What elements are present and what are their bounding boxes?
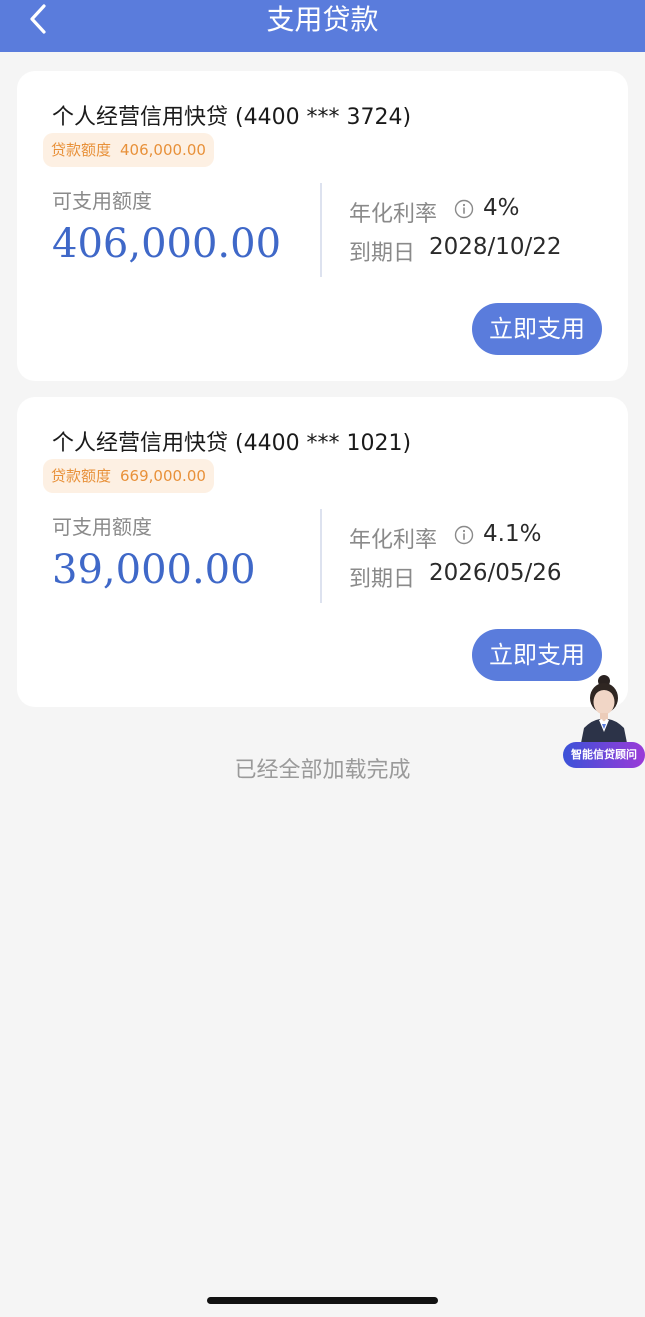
loan-limit-value: 669,000.00 (120, 467, 206, 485)
smart-advisor-button[interactable]: 智能信贷顾问 (562, 672, 645, 770)
loan-limit-badge: 贷款额度 669,000.00 (43, 459, 214, 493)
rate-label: 年化利率 (349, 202, 438, 227)
available-label: 可支用额度 (52, 515, 152, 539)
loan-limit-label: 贷款额度 (51, 467, 112, 485)
loan-limit-label: 贷款额度 (51, 141, 112, 159)
advisor-label: 智能信贷顾问 (563, 742, 645, 768)
available-label: 可支用额度 (52, 189, 152, 213)
due-label: 到期日 (349, 567, 416, 592)
advisor-avatar-icon (580, 675, 628, 748)
loan-card: 个人经营信用快贷 (4400 *** 3724) 贷款额度 406,000.00 … (17, 71, 628, 381)
loan-card: 个人经营信用快贷 (4400 *** 1021) 贷款额度 669,000.00 … (17, 397, 628, 707)
loan-limit-value: 406,000.00 (120, 141, 206, 159)
divider (320, 509, 322, 603)
rate-value: 4.1% (483, 521, 542, 547)
use-now-button[interactable]: 立即支用 (472, 303, 602, 355)
loan-title: 个人经营信用快贷 (4400 *** 1021) (52, 431, 412, 456)
info-circle-icon[interactable] (454, 199, 474, 219)
all-loaded-text: 已经全部加载完成 (234, 758, 411, 783)
nav-bar: 支用贷款 (0, 0, 645, 52)
due-value: 2028/10/22 (429, 234, 562, 260)
loan-limit-badge: 贷款额度 406,000.00 (43, 133, 214, 167)
available-amount: 406,000.00 (52, 221, 282, 267)
rate-value: 4% (483, 195, 520, 221)
rate-label: 年化利率 (349, 528, 438, 553)
due-value: 2026/05/26 (429, 560, 562, 586)
due-label: 到期日 (349, 241, 416, 266)
home-indicator (207, 1297, 438, 1304)
loan-title: 个人经营信用快贷 (4400 *** 3724) (52, 105, 412, 130)
available-amount: 39,000.00 (52, 547, 256, 593)
divider (320, 183, 322, 277)
page-title: 支用贷款 (266, 3, 379, 36)
info-circle-icon[interactable] (454, 525, 474, 545)
